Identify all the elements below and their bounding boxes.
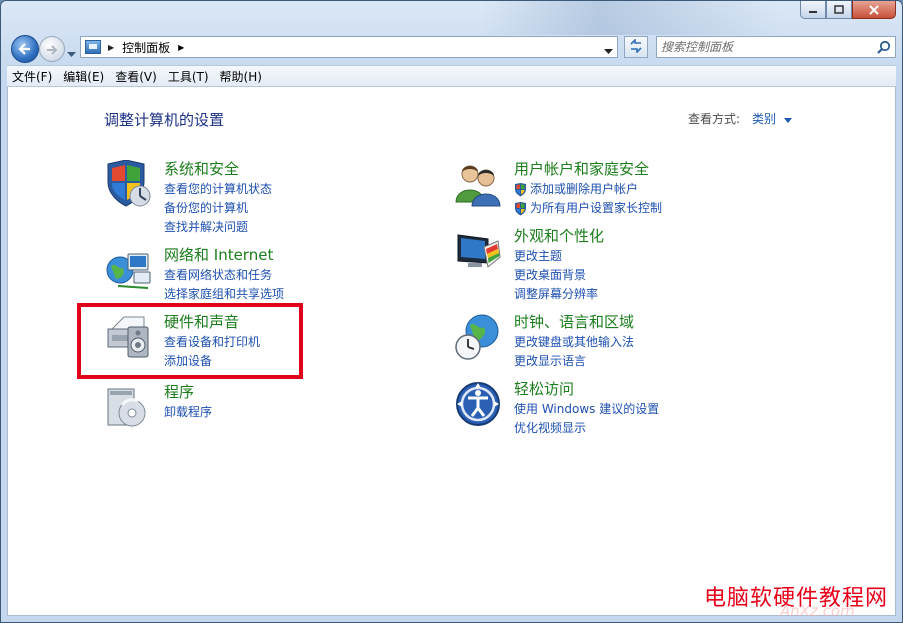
navigation-bar: ▶ 控制面板 ▶ — [7, 33, 897, 63]
link-display-language[interactable]: 更改显示语言 — [514, 352, 634, 371]
breadcrumb-control-panel[interactable]: 控制面板 — [122, 39, 170, 56]
address-dropdown-icon[interactable] — [604, 44, 613, 58]
category-title[interactable]: 系统和安全 — [164, 158, 239, 179]
menu-bar: 文件(F) 编辑(E) 查看(V) 工具(T) 帮助(H) — [7, 65, 896, 87]
refresh-button[interactable] — [624, 36, 648, 58]
link-desktop-background[interactable]: 更改桌面背景 — [514, 266, 598, 285]
menu-tools[interactable]: 工具(T) — [163, 68, 214, 85]
category-title[interactable]: 轻松访问 — [514, 378, 574, 399]
chevron-down-icon — [67, 43, 76, 62]
highlight-annotation-box — [77, 303, 303, 379]
link-homegroup-sharing[interactable]: 选择家庭组和共享选项 — [164, 285, 284, 304]
users-icon[interactable] — [454, 160, 502, 208]
search-icon[interactable] — [877, 40, 891, 57]
display-palette-icon[interactable] — [454, 227, 502, 275]
forward-button[interactable] — [39, 36, 65, 62]
close-button[interactable] — [852, 1, 896, 19]
control-panel-window: ▶ 控制面板 ▶ 文件(F) 编辑(E) 查看(V) 工具(T) 帮助(H) 调… — [0, 0, 903, 623]
caption-blur — [481, 1, 781, 35]
link-windows-recommended[interactable]: 使用 Windows 建议的设置 — [514, 400, 659, 419]
view-by-label: 查看方式: — [688, 112, 741, 126]
breadcrumb-separator-icon: ▶ — [108, 42, 115, 52]
category-title[interactable]: 时钟、语言和区域 — [514, 311, 634, 332]
link-keyboard-input[interactable]: 更改键盘或其他输入法 — [514, 333, 634, 352]
view-by: 查看方式: 类别 — [688, 110, 793, 127]
category-title[interactable]: 用户帐户和家庭安全 — [514, 158, 649, 179]
breadcrumb-separator-icon[interactable]: ▶ — [178, 43, 184, 52]
maximize-button[interactable] — [826, 1, 852, 19]
link-label[interactable]: 为所有用户设置家长控制 — [530, 199, 662, 218]
category-title[interactable]: 程序 — [164, 381, 194, 402]
category-title[interactable]: 网络和 Internet — [164, 244, 273, 265]
chevron-down-icon[interactable] — [784, 112, 793, 126]
refresh-icon — [628, 37, 644, 57]
menu-edit[interactable]: 编辑(E) — [58, 68, 109, 85]
caption-buttons — [800, 1, 896, 19]
clock-globe-icon[interactable] — [454, 313, 502, 361]
watermark-text: 电脑软硬件教程网 — [704, 586, 889, 611]
link-view-computer-status[interactable]: 查看您的计算机状态 — [164, 180, 272, 199]
link-backup-computer[interactable]: 备份您的计算机 — [164, 199, 272, 218]
control-panel-icon — [85, 40, 101, 54]
menu-help[interactable]: 帮助(H) — [215, 68, 267, 85]
category-title[interactable]: 外观和个性化 — [514, 225, 604, 246]
close-icon — [868, 4, 880, 15]
menu-file[interactable]: 文件(F) — [7, 68, 57, 85]
shield-security-icon[interactable] — [104, 159, 152, 208]
main-content: 调整计算机的设置 查看方式: 类别 系统和安全 查看您的计算机状态 备份您的计算… — [7, 87, 896, 620]
link-uninstall-program[interactable]: 卸载程序 — [164, 403, 212, 422]
maximize-icon — [834, 5, 844, 14]
recent-pages-dropdown[interactable] — [67, 43, 76, 62]
link-screen-resolution[interactable]: 调整屏幕分辨率 — [514, 285, 598, 304]
minimize-icon — [808, 6, 818, 14]
back-arrow-icon — [18, 40, 32, 59]
uac-shield-icon — [514, 201, 527, 216]
view-by-dropdown[interactable]: 类别 — [752, 110, 776, 127]
link-optimize-video[interactable]: 优化视频显示 — [514, 419, 659, 438]
page-title: 调整计算机的设置 — [104, 111, 225, 129]
programs-disc-icon[interactable] — [104, 383, 152, 431]
search-box[interactable] — [656, 36, 896, 58]
link-label[interactable]: 添加或删除用户帐户 — [530, 180, 638, 199]
link-parental-controls[interactable]: 为所有用户设置家长控制 — [514, 199, 662, 218]
forward-arrow-icon — [46, 40, 58, 59]
link-add-remove-accounts[interactable]: 添加或删除用户帐户 — [514, 180, 662, 199]
ease-of-access-icon[interactable] — [454, 380, 502, 428]
link-network-status[interactable]: 查看网络状态和任务 — [164, 266, 284, 285]
link-change-theme[interactable]: 更改主题 — [514, 247, 598, 266]
uac-shield-icon — [514, 182, 527, 197]
link-troubleshoot[interactable]: 查找并解决问题 — [164, 218, 272, 237]
address-bar[interactable]: ▶ 控制面板 ▶ — [80, 36, 618, 58]
minimize-button[interactable] — [800, 1, 826, 19]
search-input[interactable] — [657, 39, 863, 55]
back-button[interactable] — [11, 35, 39, 63]
menu-view[interactable]: 查看(V) — [110, 68, 162, 85]
network-globe-icon[interactable] — [104, 246, 152, 294]
